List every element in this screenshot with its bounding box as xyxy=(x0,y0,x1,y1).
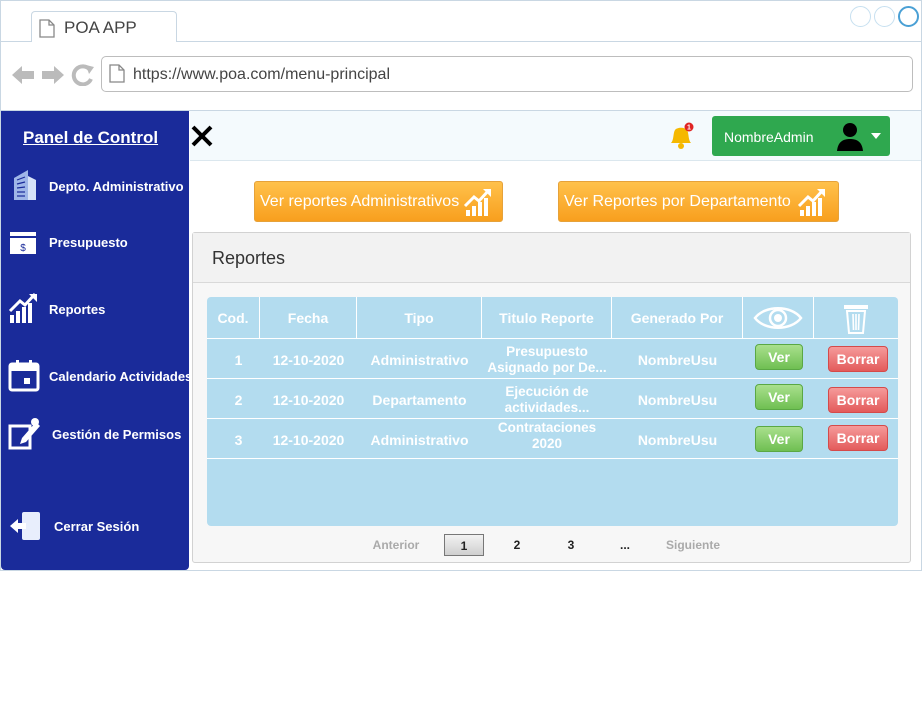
trash-icon xyxy=(844,305,868,334)
pagination: Anterior 1 2 3 ... Siguiente xyxy=(193,532,910,558)
sidebar-item-calendario[interactable]: Calendario Actividades xyxy=(1,356,193,396)
browser-tab[interactable]: POA APP xyxy=(31,11,177,43)
calendar-icon xyxy=(8,360,40,392)
tab-bar: POA APP xyxy=(1,1,921,43)
pagination-prev[interactable]: Anterior xyxy=(365,534,427,556)
view-report-button[interactable]: Ver xyxy=(755,384,803,410)
back-arrow-icon[interactable] xyxy=(11,64,35,86)
sidebar-item-cerrar-sesion[interactable]: Cerrar Sesión xyxy=(1,506,189,546)
column-header-generado[interactable]: Generado Por xyxy=(612,297,743,339)
column-header-titulo[interactable]: Titulo Reporte xyxy=(482,297,612,339)
column-header-fecha[interactable]: Fecha xyxy=(260,297,357,339)
window-controls xyxy=(850,6,919,27)
reports-table: Cod. Fecha Tipo Titulo Reporte Generado … xyxy=(207,297,898,526)
dept-reports-button[interactable]: Ver Reportes por Departamento xyxy=(558,181,839,222)
sidebar-item-presupuesto[interactable]: $ Presupuesto xyxy=(1,222,189,262)
forward-arrow-icon[interactable] xyxy=(41,64,65,86)
admin-reports-label: Ver reportes Administrativos xyxy=(260,193,460,210)
pagination-ellipsis: ... xyxy=(619,538,630,552)
cell-titulo: Presupuesto Asignado por De... xyxy=(487,343,607,375)
table-row: 2 12-10-2020 Departamento Ejecución de a… xyxy=(207,380,898,419)
url-text: https://www.poa.com/menu-principal xyxy=(133,66,390,83)
tab-title: POA APP xyxy=(64,18,137,37)
sidebar: Panel de Control Depto. Administrativo $… xyxy=(1,111,193,570)
reload-icon[interactable] xyxy=(71,64,95,86)
sidebar-item-depto-administrativo[interactable]: Depto. Administrativo xyxy=(1,166,189,206)
cell-titulo: Ejecución de actividades... xyxy=(504,383,590,415)
column-header-view xyxy=(743,297,814,339)
admin-reports-button[interactable]: Ver reportes Administrativos xyxy=(254,181,503,222)
sidebar-item-label: Reportes xyxy=(49,302,106,317)
column-header-tipo[interactable]: Tipo xyxy=(357,297,482,339)
view-report-button[interactable]: Ver xyxy=(755,344,803,370)
pagination-page-3[interactable]: 3 xyxy=(557,534,585,556)
column-header-cod[interactable]: Cod. xyxy=(207,297,260,339)
money-icon: $ xyxy=(10,232,36,254)
cell-titulo: Contrataciones 2020 xyxy=(497,420,597,451)
close-icon[interactable] xyxy=(190,124,214,148)
logout-icon xyxy=(10,512,40,540)
reports-title: Reportes xyxy=(212,248,286,268)
document-icon xyxy=(39,19,55,38)
pagination-page-1[interactable]: 1 xyxy=(444,534,484,556)
notification-count: 1 xyxy=(687,125,691,132)
nav-buttons xyxy=(11,64,95,86)
user-avatar-icon xyxy=(837,123,863,151)
edit-permissions-icon xyxy=(8,418,40,450)
address-bar-row: https://www.poa.com/menu-principal xyxy=(1,42,921,111)
sidebar-item-label: Gestión de Permisos xyxy=(52,427,182,442)
cell-tipo: Administrativo xyxy=(370,351,469,368)
maximize-button[interactable] xyxy=(874,6,895,27)
svg-text:$: $ xyxy=(20,243,26,254)
sidebar-item-label: Calendario Actividades xyxy=(49,369,193,384)
bell-icon[interactable]: 1 xyxy=(666,121,696,151)
top-bar: 1 NombreAdmin xyxy=(190,111,921,161)
building-icon xyxy=(14,170,36,200)
sidebar-item-gestion-permisos[interactable]: Gestión de Permisos xyxy=(1,414,189,454)
sidebar-item-label: Cerrar Sesión xyxy=(54,519,140,534)
minimize-button[interactable] xyxy=(850,6,871,27)
table-row: 1 12-10-2020 Administrativo Presupuesto … xyxy=(207,340,898,379)
cell-generado: NombreUsu xyxy=(637,391,718,408)
dept-reports-label: Ver Reportes por Departamento xyxy=(564,193,791,210)
address-bar[interactable]: https://www.poa.com/menu-principal xyxy=(101,56,913,92)
pagination-next[interactable]: Siguiente xyxy=(659,534,727,556)
view-report-button[interactable]: Ver xyxy=(755,426,803,452)
chevron-down-icon xyxy=(871,133,881,139)
page-icon xyxy=(109,64,125,83)
pagination-page-2[interactable]: 2 xyxy=(503,534,531,556)
chart-up-icon xyxy=(797,188,825,216)
cell-tipo: Departamento xyxy=(372,391,467,408)
eye-icon xyxy=(753,307,803,329)
close-window-button[interactable] xyxy=(898,6,919,27)
cell-tipo: Administrativo xyxy=(370,431,469,448)
cell-fecha: 12-10-2020 xyxy=(272,431,345,448)
chart-up-icon xyxy=(463,188,491,216)
sidebar-title[interactable]: Panel de Control xyxy=(23,128,158,148)
reports-panel-header: Reportes xyxy=(193,233,910,283)
sidebar-item-label: Presupuesto xyxy=(49,235,128,250)
sidebar-item-reportes[interactable]: Reportes xyxy=(1,289,189,329)
cell-fecha: 12-10-2020 xyxy=(272,391,345,408)
delete-report-button[interactable]: Borrar xyxy=(828,346,888,372)
table-row: 3 12-10-2020 Administrativo Contratacion… xyxy=(207,420,898,459)
reports-panel: Reportes Cod. Fecha Tipo Titulo Reporte … xyxy=(192,232,911,563)
column-header-delete xyxy=(814,297,898,339)
admin-menu-button[interactable]: NombreAdmin xyxy=(712,116,890,156)
cell-generado: NombreUsu xyxy=(637,431,718,448)
cell-generado: NombreUsu xyxy=(637,351,718,368)
sidebar-item-label: Depto. Administrativo xyxy=(49,179,184,194)
admin-name: NombreAdmin xyxy=(724,129,814,145)
delete-report-button[interactable]: Borrar xyxy=(828,425,888,451)
delete-report-button[interactable]: Borrar xyxy=(828,387,888,413)
chart-up-icon xyxy=(8,292,37,323)
table-header: Cod. Fecha Tipo Titulo Reporte Generado … xyxy=(207,297,898,339)
cell-fecha: 12-10-2020 xyxy=(272,351,345,368)
